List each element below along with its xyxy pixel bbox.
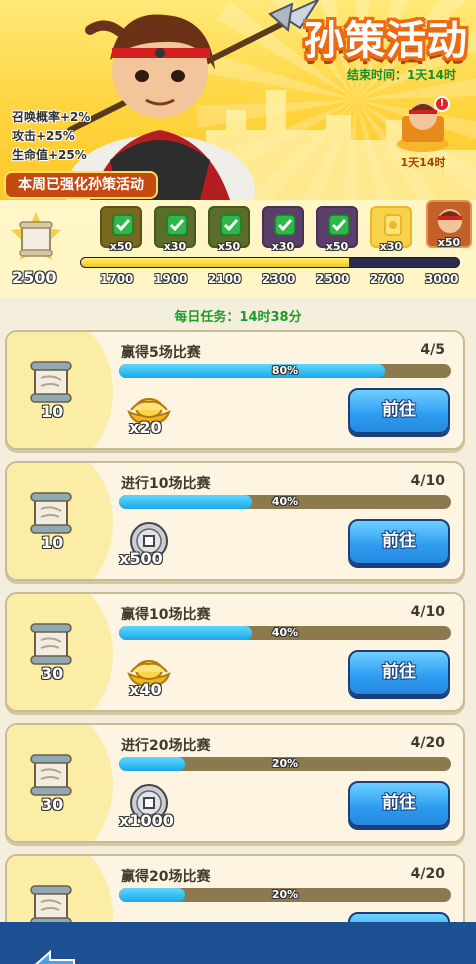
reward-count: x30 xyxy=(163,240,187,253)
tick-label: 3000 xyxy=(425,272,459,286)
reward-count: x50 xyxy=(217,240,241,253)
scroll-amount: 10 xyxy=(41,533,64,552)
task-progress-percent: 40% xyxy=(271,626,299,639)
tick-label: 2500 xyxy=(316,272,350,286)
task-progress-percent: 80% xyxy=(271,364,299,377)
task-progress-bar: 80% xyxy=(119,364,451,378)
scroll-amount: 30 xyxy=(41,795,64,814)
gold-card-icon xyxy=(384,214,402,236)
milestone-reward-5[interactable]: x50 xyxy=(316,206,358,253)
task-name: 赢得5场比赛 xyxy=(121,345,201,361)
task-progress: 4/5 xyxy=(420,342,445,358)
task-name: 赢得10场比赛 xyxy=(121,607,211,623)
back-arrow-icon[interactable] xyxy=(28,948,78,964)
sun-ce-hero-portrait xyxy=(65,14,255,200)
reward-count: x40 xyxy=(129,680,162,699)
checkmark-icon xyxy=(328,214,350,236)
milestone-reward-7[interactable]: x50 xyxy=(426,200,472,249)
hero-event-entry[interactable]: ! 1天14时 xyxy=(392,96,454,169)
task-progress-bar: 20% xyxy=(119,888,451,902)
task-progress-percent: 20% xyxy=(271,888,299,901)
go-button[interactable]: 前往 xyxy=(348,781,450,827)
reward-count: x20 xyxy=(129,418,162,437)
task-progress-bar: 20% xyxy=(119,757,451,771)
milestone-reward-1[interactable]: x50 xyxy=(100,206,142,253)
bottom-bar xyxy=(0,922,476,964)
reward-count: x30 xyxy=(379,240,403,253)
task-card: 10 赢得5场比赛 4/5 80% x20 前往 xyxy=(5,330,465,450)
scroll-amount: 30 xyxy=(41,664,64,683)
points-progress: 2500 x50 x30 x50 x30 x50 x30 x50 1700 19… xyxy=(0,200,476,298)
reward-count: x30 xyxy=(271,240,295,253)
task-progress-bar: 40% xyxy=(119,495,451,509)
checkmark-icon xyxy=(166,214,188,236)
go-button[interactable]: 前往 xyxy=(348,650,450,696)
scroll-points-icon xyxy=(11,212,61,260)
task-progress: 4/10 xyxy=(410,604,445,620)
reward-count: x50 xyxy=(109,240,133,253)
alert-badge: ! xyxy=(434,96,450,112)
task-progress-bar: 40% xyxy=(119,626,451,640)
milestone-reward-2[interactable]: x30 xyxy=(154,206,196,253)
buff-attack: 攻击+25% xyxy=(12,129,75,143)
buff-hp: 生命值+25% xyxy=(12,148,87,162)
task-name: 进行10场比赛 xyxy=(121,476,211,492)
task-name: 进行20场比赛 xyxy=(121,738,211,754)
tick-label: 2700 xyxy=(370,272,404,286)
reward-count: x50 xyxy=(437,236,461,249)
current-score: 2500 xyxy=(12,268,57,287)
task-card: 10 进行10场比赛 4/10 40% x500 前往 xyxy=(5,461,465,581)
reward-count: x1000 xyxy=(119,811,174,830)
tick-label: 1900 xyxy=(154,272,188,286)
task-progress: 4/20 xyxy=(410,866,445,882)
go-button[interactable]: 前往 xyxy=(348,519,450,565)
task-progress-percent: 20% xyxy=(271,757,299,770)
tick-label: 2300 xyxy=(262,272,296,286)
tick-label: 1700 xyxy=(100,272,134,286)
task-progress-percent: 40% xyxy=(271,495,299,508)
reward-count: x500 xyxy=(119,549,163,568)
points-progress-fill xyxy=(81,258,350,267)
task-progress: 4/20 xyxy=(410,735,445,751)
go-button[interactable]: 前往 xyxy=(348,388,450,434)
hero-box-timer: 1天14时 xyxy=(400,156,446,169)
daily-tasks-timer: 每日任务：14时38分 xyxy=(174,310,302,325)
task-card: 30 进行20场比赛 4/20 20% x1000 前往 xyxy=(5,723,465,843)
milestone-reward-3[interactable]: x50 xyxy=(208,206,250,253)
buff-stats: 召唤概率+2% 攻击+25% 生命值+25% xyxy=(12,108,90,165)
reward-count: x50 xyxy=(325,240,349,253)
tick-label: 2100 xyxy=(208,272,242,286)
points-progress-bar xyxy=(80,257,460,268)
milestone-reward-6[interactable]: x30 xyxy=(370,206,412,253)
hero-portrait-icon xyxy=(438,209,462,233)
task-name: 赢得20场比赛 xyxy=(121,869,211,885)
milestone-reward-4[interactable]: x30 xyxy=(262,206,304,253)
event-end-time: 结束时间：1天14时 xyxy=(346,68,456,82)
event-title: 孙策活动 xyxy=(304,18,468,64)
scroll-amount: 10 xyxy=(41,402,64,421)
checkmark-icon xyxy=(274,214,296,236)
task-card: 30 赢得10场比赛 4/10 40% x40 前往 xyxy=(5,592,465,712)
task-progress: 4/10 xyxy=(410,473,445,489)
strengthen-badge: 本周已强化孙策活动 xyxy=(4,171,158,199)
buff-summon-rate: 召唤概率+2% xyxy=(12,110,91,124)
event-banner: 孙策活动 结束时间：1天14时 召唤概率+2% 攻击+25% 生命值+25% 本… xyxy=(0,0,476,200)
checkmark-icon xyxy=(220,214,242,236)
checkmark-icon xyxy=(112,214,134,236)
